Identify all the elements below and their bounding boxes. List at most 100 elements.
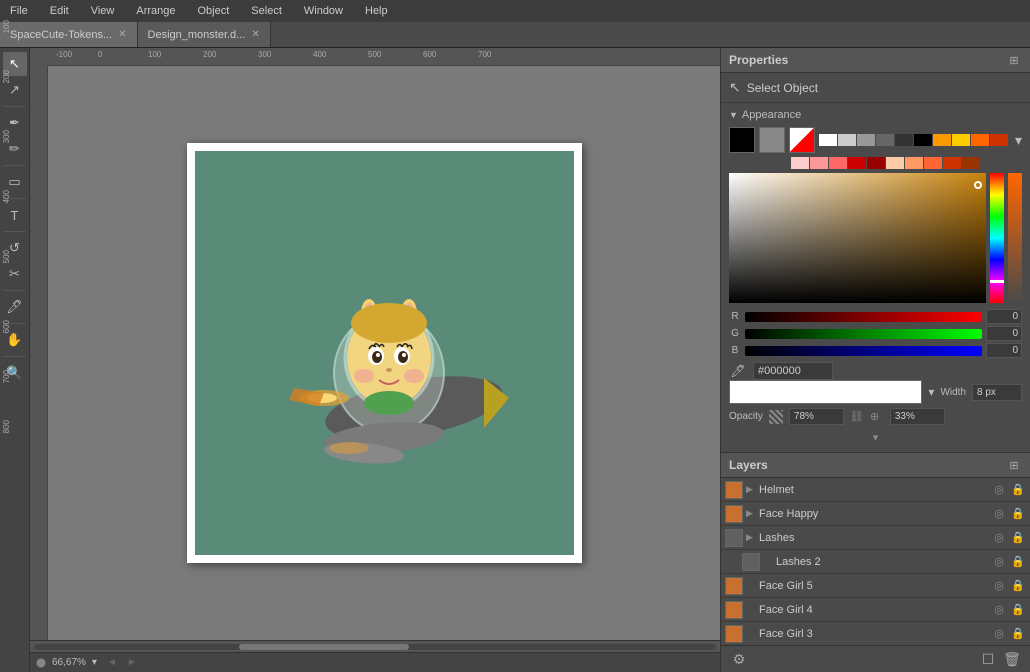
- layer-lock-btn[interactable]: 🔒: [1010, 506, 1026, 522]
- layers-settings-btn[interactable]: ⚙: [729, 649, 749, 669]
- color-swatch-cell[interactable]: [914, 134, 932, 146]
- character-svg: [214, 168, 554, 538]
- layer-visibility-btn[interactable]: ◎: [991, 482, 1007, 498]
- layer-expand-arrow[interactable]: ▶: [746, 508, 756, 519]
- color-swatch-cell[interactable]: [886, 157, 904, 169]
- appearance-section: ▼ Appearance ▾: [721, 103, 1030, 453]
- color-swatch-cell[interactable]: [905, 157, 923, 169]
- color-swatch-cell[interactable]: [962, 157, 980, 169]
- canvas-art-board[interactable]: [195, 151, 574, 555]
- color-picker-area: [729, 173, 1022, 303]
- layer-item[interactable]: Face Girl 5◎🔒: [721, 574, 1030, 598]
- scrollbar-thumb[interactable]: [239, 644, 410, 650]
- stroke-swatch-gray[interactable]: [759, 127, 785, 153]
- layer-lock-btn[interactable]: 🔒: [1010, 554, 1026, 570]
- tab-1-close[interactable]: ✕: [118, 29, 126, 40]
- layer-item[interactable]: ▶Face Happy◎🔒: [721, 502, 1030, 526]
- color-swatch-cell[interactable]: [933, 134, 951, 146]
- eyedropper-tool-btn[interactable]: 🖊: [3, 295, 27, 319]
- tab-2[interactable]: Design_monster.d... ✕: [138, 22, 271, 47]
- menu-item-help[interactable]: Help: [361, 3, 392, 19]
- layers-footer: ⚙ ☐ 🗑: [721, 645, 1030, 672]
- layer-lock-btn[interactable]: 🔒: [1010, 530, 1026, 546]
- layer-visibility-btn[interactable]: ◎: [991, 530, 1007, 546]
- menu-item-object[interactable]: Object: [194, 3, 234, 19]
- layer-item[interactable]: ▶Helmet◎🔒: [721, 478, 1030, 502]
- horizontal-scrollbar[interactable]: [30, 640, 720, 652]
- color-grid-expand-btn[interactable]: ▾: [1015, 132, 1022, 149]
- layer-expand-arrow[interactable]: ▶: [746, 484, 756, 495]
- menu-item-file[interactable]: File: [6, 3, 32, 19]
- color-swatch-cell[interactable]: [895, 134, 913, 146]
- layer-item[interactable]: Face Girl 3◎🔒: [721, 622, 1030, 645]
- layer-lock-btn[interactable]: 🔒: [1010, 578, 1026, 594]
- menu-item-view[interactable]: View: [87, 3, 119, 19]
- color-swatch-cell[interactable]: [990, 134, 1008, 146]
- g-input[interactable]: [986, 326, 1022, 341]
- color-swatch-cell[interactable]: [971, 134, 989, 146]
- select-tool-icon: ↖: [729, 79, 741, 96]
- b-input[interactable]: [986, 343, 1022, 358]
- tool-sep-2: [3, 165, 26, 166]
- properties-panel-menu-btn[interactable]: ⊞: [1006, 52, 1022, 68]
- layer-lock-btn[interactable]: 🔒: [1010, 602, 1026, 618]
- color-swatch-cell[interactable]: [952, 134, 970, 146]
- color-swatch-cell[interactable]: [810, 157, 828, 169]
- alpha-strip[interactable]: [1008, 173, 1022, 303]
- status-bar: 66,67% ▾ ◄ ►: [30, 652, 720, 672]
- layer-item[interactable]: ▶Lashes◎🔒: [721, 526, 1030, 550]
- fill-swatch-black[interactable]: [729, 127, 755, 153]
- menu-item-edit[interactable]: Edit: [46, 3, 73, 19]
- tab-1[interactable]: SpaceCute-Tokens... ✕: [0, 22, 138, 47]
- menu-item-window[interactable]: Window: [300, 3, 347, 19]
- blend-mode-icon[interactable]: ⊕: [870, 410, 884, 424]
- color-swatch-cell[interactable]: [848, 157, 866, 169]
- r-input[interactable]: [986, 309, 1022, 324]
- layer-lock-btn[interactable]: 🔒: [1010, 482, 1026, 498]
- scissors-tool-btn[interactable]: ✂: [3, 262, 27, 286]
- layers-delete-btn[interactable]: 🗑: [1002, 649, 1022, 669]
- layer-visibility-btn[interactable]: ◎: [991, 506, 1007, 522]
- color-swatch-cell[interactable]: [876, 134, 894, 146]
- color-swatch-cell[interactable]: [819, 134, 837, 146]
- layer-lock-btn[interactable]: 🔒: [1010, 626, 1026, 642]
- stroke-swatch[interactable]: [729, 380, 922, 404]
- menu-item-select[interactable]: Select: [247, 3, 286, 19]
- right-panel: Properties ⊞ ↖ Select Object ▼ Appearanc…: [720, 48, 1030, 672]
- zoom-dropdown-arrow[interactable]: ▾: [92, 657, 97, 668]
- color-gradient-picker[interactable]: [729, 173, 986, 303]
- hex-input[interactable]: [753, 362, 833, 380]
- hue-strip[interactable]: [990, 173, 1004, 303]
- expand-arrow-btn[interactable]: ▾: [729, 429, 1022, 446]
- none-swatch[interactable]: [789, 127, 815, 153]
- layer-expand-arrow[interactable]: ▶: [746, 532, 756, 543]
- layers-panel-expand-btn[interactable]: ⊞: [1006, 457, 1022, 473]
- layer-visibility-btn[interactable]: ◎: [991, 554, 1007, 570]
- eyedropper-btn[interactable]: 🖊: [729, 362, 747, 380]
- layer-visibility-btn[interactable]: ◎: [991, 626, 1007, 642]
- tab-2-close[interactable]: ✕: [251, 29, 259, 40]
- stroke-dropdown-arrow[interactable]: ▾: [928, 385, 934, 399]
- layer-item[interactable]: Lashes 2◎🔒: [721, 550, 1030, 574]
- appearance-section-header[interactable]: ▼ Appearance: [729, 109, 1022, 121]
- color-swatch-cell[interactable]: [867, 157, 885, 169]
- b-slider[interactable]: [745, 346, 982, 356]
- width-input[interactable]: [972, 384, 1022, 401]
- color-swatch-cell[interactable]: [857, 134, 875, 146]
- layer-visibility-btn[interactable]: ◎: [991, 602, 1007, 618]
- color-swatch-cell[interactable]: [791, 157, 809, 169]
- layer-item[interactable]: Face Girl 4◎🔒: [721, 598, 1030, 622]
- menu-item-arrange[interactable]: Arrange: [132, 3, 179, 19]
- canvas-scroll[interactable]: [48, 66, 720, 640]
- color-swatch-cell[interactable]: [943, 157, 961, 169]
- r-slider[interactable]: [745, 312, 982, 322]
- layer-visibility-btn[interactable]: ◎: [991, 578, 1007, 594]
- type-tool-btn[interactable]: T: [3, 203, 27, 227]
- layers-new-btn[interactable]: ☐: [978, 649, 998, 669]
- color-swatch-cell[interactable]: [829, 157, 847, 169]
- opacity-input[interactable]: [789, 408, 844, 425]
- blend-input[interactable]: [890, 408, 945, 425]
- color-swatch-cell[interactable]: [838, 134, 856, 146]
- g-slider[interactable]: [745, 329, 982, 339]
- color-swatch-cell[interactable]: [924, 157, 942, 169]
